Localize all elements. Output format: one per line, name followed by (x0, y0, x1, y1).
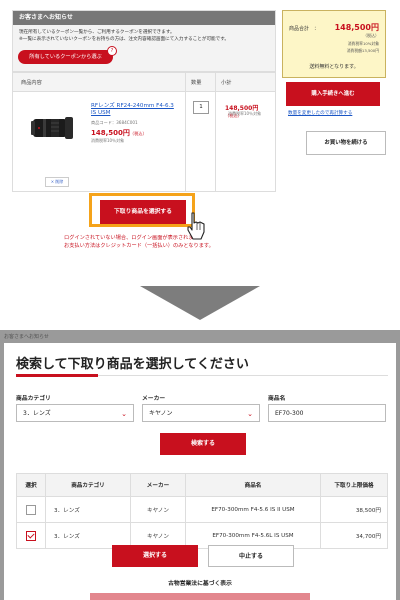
category-cell: 3．レンズ (45, 496, 131, 523)
help-icon[interactable]: ? (107, 46, 117, 56)
product-name-label: 商品名 (268, 396, 286, 402)
delete-item-button[interactable]: × 削除 (45, 177, 69, 187)
cancel-button[interactable]: 中止する (208, 545, 294, 567)
header-product-name: 商品名 (185, 473, 321, 497)
item-subtotal-tax: 消費税率10％対象 (228, 111, 262, 116)
column-divider (215, 73, 216, 191)
product-price: 148,500円（税込） (91, 128, 147, 138)
header-subtotal: 小計 (221, 80, 232, 86)
select-button[interactable]: 選択する (112, 545, 198, 567)
cart-table: 商品内容 数量 小計 RFレンズ RF24-240mm F4-6.3 IS US… (12, 72, 276, 192)
results-header-row: 選択 商品カテゴリ メーカー 商品名 下取り上限価格 (16, 473, 388, 497)
modal-title: 検索して下取り商品を選択してください (16, 357, 249, 372)
summary-label: 商品合計 ： (289, 26, 320, 32)
select-trade-in-button[interactable]: 下取り商品を選択する (100, 200, 186, 224)
header-select: 選択 (16, 473, 46, 497)
product-name-input[interactable]: EF70-300 (268, 404, 386, 422)
search-button[interactable]: 検索する (160, 433, 246, 455)
select-cell (16, 522, 46, 549)
maker-cell: キヤノン (130, 496, 186, 523)
antique-dealer-notice-link[interactable]: 古物営業法に基づく表示 (4, 578, 396, 587)
login-note-line-2: お支払い方法はクレジットカード（一括払い）のみとなります。 (64, 243, 214, 249)
quantity-input[interactable]: 1 (193, 101, 209, 114)
select-cell (16, 496, 46, 523)
background-button-strip (90, 593, 310, 600)
results-table: 選択 商品カテゴリ メーカー 商品名 下取り上限価格 3．レンズ キヤノン EF… (16, 473, 388, 549)
price-cell: 38,500円 (320, 496, 388, 523)
chevron-down-icon: ⌄ (247, 410, 253, 418)
checkout-button[interactable]: 購入手続きへ進む (286, 82, 380, 106)
summary-shipping: 送料無料となります。 (309, 64, 359, 70)
background-page-text: お客さまへお知らせ (4, 334, 49, 340)
product-tax-note: 消費税率10％対象 (91, 138, 125, 143)
category-label: 商品カテゴリ (16, 396, 51, 402)
trade-in-search-modal: 検索して下取り商品を選択してください 商品カテゴリ 3．レンズ ⌄ メーカー キ… (4, 343, 396, 600)
maker-label: メーカー (142, 396, 166, 402)
header-maker: メーカー (130, 473, 186, 497)
cart-page: お客さまへお知らせ 現在所有しているクーポン一覧から、ご利用するクーポンを選択で… (0, 0, 400, 270)
choose-coupon-button[interactable]: 所有しているクーポンから選ぶ ? (18, 46, 117, 64)
recalculate-link[interactable]: 数量を変更したので再計算する (288, 110, 352, 116)
maker-select[interactable]: キヤノン ⌄ (142, 404, 260, 422)
header-quantity: 数量 (191, 80, 202, 86)
cart-table-header: 商品内容 数量 小計 (13, 73, 275, 92)
product-code: 商品コード：3684C001 (91, 120, 138, 125)
row-checkbox-checked[interactable] (26, 530, 36, 541)
notice-text-2: ※一覧に表示されていないクーポンをお持ちの方は、注文内容確認画面にて入力すること… (19, 37, 229, 42)
product-name-cell: EF70-300mm F4-5.6 IS II USM (185, 496, 321, 523)
maker-select-value: キヤノン (149, 410, 173, 417)
table-row[interactable]: 3．レンズ キヤノン EF70-300mm F4-5.6 IS II USM 3… (16, 496, 388, 523)
product-price-value: 148,500円 (91, 129, 130, 137)
choose-coupon-label: 所有しているクーポンから選ぶ (29, 54, 102, 60)
product-name-link[interactable]: RFレンズ RF24-240mm F4-6.3 IS USM (91, 103, 179, 117)
header-product: 商品内容 (21, 80, 42, 86)
price-cell: 34,700円 (320, 522, 388, 549)
header-max-price: 下取り上限価格 (320, 473, 388, 497)
down-arrow-icon (140, 286, 260, 320)
product-price-suffix: （税込） (129, 131, 147, 136)
pointer-cursor-icon (187, 212, 205, 240)
table-row[interactable]: 3．レンズ キヤノン EF70-300mm F4-5.6L IS USM 34,… (16, 522, 388, 549)
title-accent-bar (16, 374, 98, 377)
summary-tax-rate: 消費税率10%対象 (347, 41, 379, 46)
summary-amount: 148,500円 (334, 23, 379, 32)
category-select[interactable]: 3．レンズ ⌄ (16, 404, 134, 422)
notice-title: お客さまへお知らせ (13, 11, 275, 25)
notice-text-1: 現在所有しているクーポン一覧から、ご利用するクーポンを選択できます。 (19, 30, 175, 35)
column-divider (185, 73, 186, 191)
chevron-down-icon: ⌄ (121, 410, 127, 418)
row-checkbox[interactable] (26, 504, 36, 515)
lens-product-image[interactable] (29, 111, 77, 145)
category-select-value: 3．レンズ (23, 410, 51, 417)
summary-tax-included: （税込） (363, 33, 379, 38)
order-summary: 商品合計 ： 148,500円 （税込） 消費税率10%対象 消費税額13,50… (282, 10, 386, 78)
summary-tax-amount: 消費税額13,500円 (346, 48, 379, 53)
continue-shopping-button[interactable]: お買い物を続ける (306, 131, 386, 155)
header-category: 商品カテゴリ (45, 473, 131, 497)
